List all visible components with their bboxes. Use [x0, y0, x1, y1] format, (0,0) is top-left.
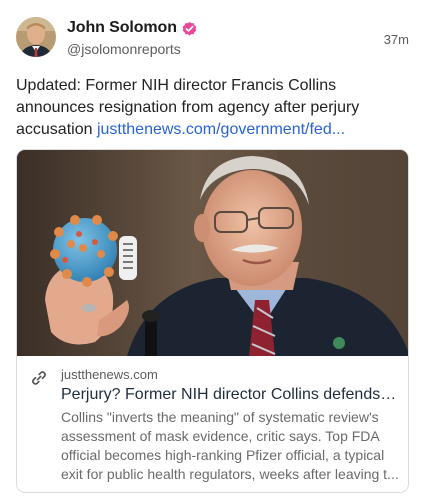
post-timestamp[interactable]: 37m	[384, 32, 409, 47]
author-handle[interactable]: @jsolomonreports	[67, 41, 181, 57]
author-name[interactable]: John Solomon	[67, 19, 177, 37]
avatar[interactable]	[16, 17, 56, 57]
card-body: justthenews.com Perjury? Former NIH dire…	[17, 356, 408, 492]
card-description: Collins "inverts the meaning" of systema…	[61, 409, 399, 482]
card-title[interactable]: Perjury? Former NIH director Collins def…	[61, 384, 399, 405]
link-card[interactable]: justthenews.com Perjury? Former NIH dire…	[16, 149, 409, 493]
post-text: Updated: Former NIH director Francis Col…	[16, 75, 409, 141]
verified-badge-icon	[181, 20, 198, 37]
card-image	[17, 150, 408, 356]
card-domain: justthenews.com	[61, 367, 158, 382]
author-name-row: John Solomon	[67, 19, 198, 37]
post-header: John Solomon @jsolomonreports 37m	[16, 17, 409, 61]
post-link[interactable]: justthenews.com/government/fed...	[97, 121, 345, 138]
link-icon	[30, 369, 48, 387]
